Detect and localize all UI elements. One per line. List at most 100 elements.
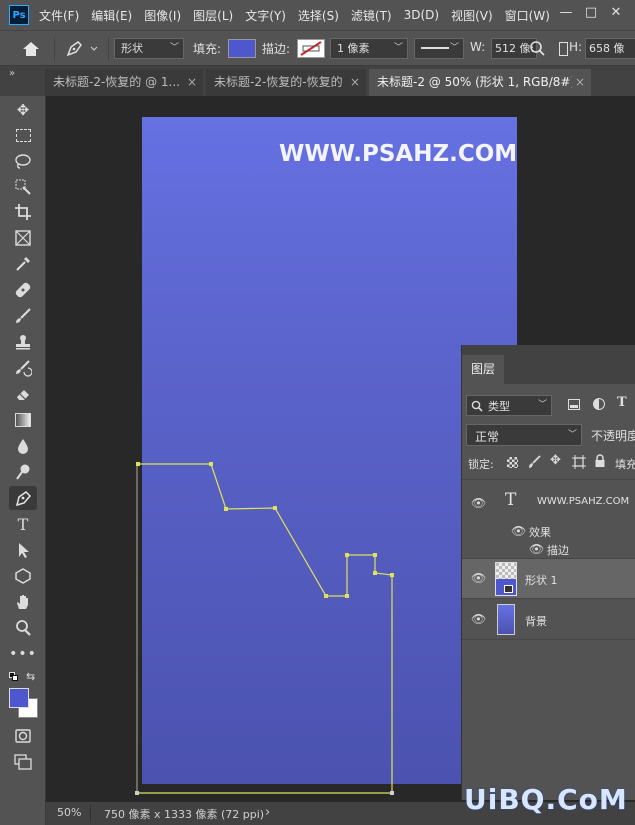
more-tools-icon[interactable]: ••• [9,642,37,666]
lasso-icon[interactable] [9,149,37,173]
lock-transparency-icon[interactable] [507,457,518,468]
visibility-eye-icon[interactable]: 👁 [471,612,486,626]
menu-image[interactable]: 图像(I) [144,7,181,24]
tab-document-1[interactable]: 未标题-2-恢复的 @ 1... × [45,69,203,96]
menu-edit[interactable]: 编辑(E) [91,7,132,24]
menu-filter[interactable]: 滤镜(T) [351,7,392,24]
effects-label: 效果 [529,526,551,539]
layer-thumbnail [497,604,515,635]
blend-mode-value: 正常 [475,430,500,444]
expand-panels-icon[interactable]: » [9,68,15,79]
visibility-eye-icon[interactable]: 👁 [471,496,486,510]
type-icon[interactable]: T [9,512,37,536]
eyedropper-icon[interactable] [9,252,37,276]
shape-layer-icon [504,585,513,593]
layer-filter-select[interactable]: 类型 ﹀ [466,395,552,416]
lock-pixels-icon[interactable] [528,455,542,469]
chevron-down-icon: ﹀ [169,43,179,53]
eraser-icon[interactable] [9,382,37,406]
filter-adjustment-icon[interactable] [593,398,605,410]
shape-icon[interactable] [9,564,37,588]
menu-bar: Ps 文件(F) 编辑(E) 图像(I) 图层(L) 文字(Y) 选择(S) 滤… [0,0,635,30]
hand-icon[interactable] [9,590,37,614]
tab-document-2[interactable]: 未标题-2-恢复的-恢复的 × [206,69,366,96]
lock-label: 锁定: [468,458,494,471]
layer-row-background[interactable]: 👁 背景 [462,599,635,640]
healing-icon[interactable] [9,278,37,302]
menu-3d[interactable]: 3D(D) [404,8,439,22]
menu-select[interactable]: 选择(S) [298,7,339,24]
stroke-none-swatch[interactable] [297,39,325,58]
chevron-down-icon: ﹀ [449,43,459,53]
foreground-color-swatch[interactable] [9,688,29,708]
stroke-type-select[interactable]: ﹀ [414,38,464,59]
marquee-icon[interactable] [9,123,37,147]
tool-mode-select[interactable]: 形状 ﹀ [114,38,184,59]
stroke-label: 描边: [262,42,291,56]
layer-row-text[interactable]: 👁 T WWW.PSAHZ.COM 👁 效果 👁 描边 [462,479,635,559]
stroke-width-select[interactable]: 1 像素 ﹀ [330,38,408,59]
minimize-button[interactable]: — [556,3,576,23]
screen-mode-icon[interactable] [9,750,37,774]
pen-preset-picker[interactable] [63,38,103,60]
lock-artboard-icon[interactable] [572,455,586,469]
pen-icon[interactable] [9,486,37,510]
lock-all-icon[interactable] [594,454,606,468]
zoom-level[interactable]: 50% [57,806,81,819]
frame-icon[interactable] [9,226,37,250]
tab-document-active[interactable]: 未标题-2 @ 50% (形状 1, RGB/8#) * × [369,69,591,96]
tab-label: 未标题-2-恢复的-恢复的 [214,75,343,89]
chevron-down-icon: ﹀ [537,400,547,410]
blur-icon[interactable] [9,434,37,458]
filter-type-icon[interactable]: T [617,395,627,410]
quick-mask-icon[interactable] [9,724,37,748]
canvas-watermark-text: WWW.PSAHZ.COM [279,141,518,167]
close-window-button[interactable]: ✕ [606,3,626,23]
height-constrain-icon [559,42,568,56]
fill-color-swatch[interactable] [228,39,256,58]
visibility-eye-icon[interactable]: 👁 [511,524,526,538]
zoom-icon[interactable] [9,616,37,640]
restore-button[interactable]: □ [581,3,601,23]
stamp-icon[interactable] [9,330,37,354]
menu-file[interactable]: 文件(F) [39,7,79,24]
filter-pixel-icon[interactable] [568,399,580,410]
tab-close-icon[interactable]: × [346,69,360,96]
visibility-eye-icon[interactable]: 👁 [471,571,486,585]
tab-label: 未标题-2-恢复的 @ 1... [53,75,181,89]
layer-row-shape-selected[interactable]: 👁 形状 1 [462,559,635,599]
status-menu-arrow[interactable]: › [265,805,270,820]
layer-name: 形状 1 [525,574,558,587]
layers-panel-header: 图层 [462,345,635,384]
swap-colors-icon[interactable]: ⇆ [26,670,35,683]
history-brush-icon[interactable] [9,356,37,380]
height-field[interactable]: 658 像 [585,38,635,59]
tab-close-icon[interactable]: × [183,69,197,96]
brush-icon[interactable] [9,304,37,328]
tab-close-icon[interactable]: × [571,69,585,96]
tab-layers[interactable]: 图层 [462,355,504,384]
document-info: 750 像素 x 1333 像素 (72 ppi) [104,808,265,821]
gradient-icon[interactable] [9,408,37,432]
home-icon[interactable] [20,39,42,59]
menu-layer[interactable]: 图层(L) [193,7,233,24]
quick-select-icon[interactable] [9,175,37,199]
opacity-label: 不透明度 [591,429,635,443]
visibility-eye-icon[interactable]: 👁 [529,542,544,556]
width-label: W: [470,40,486,54]
move-icon[interactable]: ✥ [9,98,37,122]
link-icon[interactable] [529,40,545,58]
dodge-icon[interactable] [9,460,37,484]
layer-thumbnail [495,562,517,596]
tools-panel: ✥ T ••• ⇆ [0,96,46,825]
menu-type[interactable]: 文字(Y) [245,7,286,24]
blend-mode-select[interactable]: 正常 ﹀ [466,424,582,446]
menu-window[interactable]: 窗口(W) [505,7,550,24]
crop-icon[interactable] [9,200,37,224]
default-colors-icon[interactable] [9,672,18,681]
path-select-icon[interactable] [9,538,37,562]
menu-view[interactable]: 视图(V) [451,7,493,24]
search-icon [471,400,483,412]
divider [108,37,109,61]
lock-position-icon[interactable]: ✥ [550,453,561,468]
